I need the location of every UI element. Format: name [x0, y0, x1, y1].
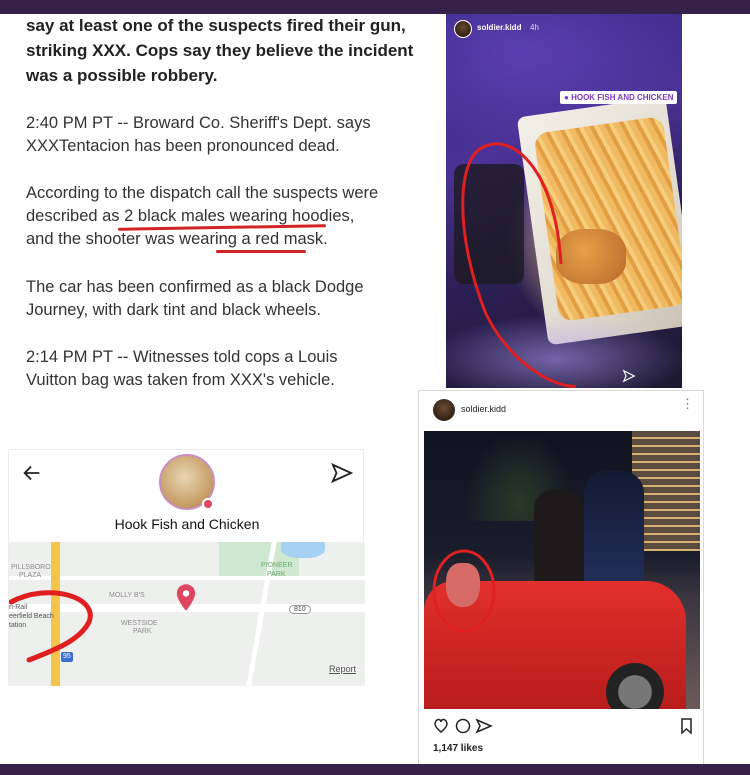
place-title: Hook Fish and Chicken	[114, 516, 260, 532]
map-view[interactable]: PILLSBORO PLAZA Pioneer Park MOLLY B'S W…	[9, 542, 365, 686]
place-badge-icon	[202, 498, 214, 510]
post-username[interactable]: soldier.kidd	[461, 404, 506, 414]
bookmark-icon[interactable]	[681, 718, 692, 735]
location-pin-icon[interactable]	[175, 584, 197, 612]
comment-icon[interactable]	[455, 718, 471, 734]
location-sticker[interactable]: ● HOOK FISH AND CHICKEN	[560, 91, 678, 104]
route-shield: 810	[289, 605, 311, 614]
article-line: described as 2 black males wearing hoodi…	[26, 207, 355, 225]
interstate-shield: 95	[61, 652, 73, 662]
article-line: striking XXX. Cops say they believe the …	[26, 41, 414, 60]
light-glow	[446, 314, 682, 388]
article-line: Journey, with dark tint and black wheels…	[26, 301, 322, 319]
map-label: WESTSIDE	[121, 620, 158, 627]
send-icon[interactable]	[622, 369, 636, 383]
map-label: PILLSBORO	[11, 564, 51, 571]
post-photo[interactable]	[424, 431, 700, 709]
top-frame-band	[0, 0, 750, 14]
instagram-post: soldier.kidd ⋮ 1,147 likes	[418, 390, 704, 766]
article-line: XXXTentacion has been pronounced dead.	[26, 137, 340, 155]
article-line: Vuitton bag was taken from XXX's vehicle…	[26, 371, 335, 389]
location-sticker-label: HOOK FISH AND CHICKEN	[571, 93, 674, 102]
article-line: say at least one of the suspects fired t…	[26, 16, 406, 35]
story-username[interactable]: soldier.kidd	[477, 23, 521, 32]
story-timestamp: 4h	[530, 23, 539, 32]
story-avatar[interactable]	[454, 20, 472, 38]
article-line: and the shooter was wearing a red mask.	[26, 230, 328, 248]
article-line: 2:14 PM PT -- Witnesses told cops a Loui…	[26, 348, 338, 366]
article-line: 2:40 PM PT -- Broward Co. Sheriff's Dept…	[26, 114, 371, 132]
likes-count[interactable]: 1,147 likes	[433, 743, 483, 754]
article-line: was a possible robbery.	[26, 66, 218, 85]
article-line: According to the dispatch call the suspe…	[26, 184, 379, 202]
map-label: Pioneer	[261, 562, 293, 569]
map-label: Park	[267, 571, 286, 578]
water-area	[281, 542, 325, 558]
map-label: MOLLY B'S	[109, 592, 145, 599]
map-label: eerfield Beach	[9, 613, 54, 620]
send-icon[interactable]	[331, 462, 353, 484]
instagram-story[interactable]: soldier.kidd 4h ● HOOK FISH AND CHICKEN	[446, 14, 682, 388]
more-options-icon[interactable]: ⋮	[681, 397, 694, 410]
back-arrow-icon[interactable]	[21, 462, 43, 484]
map-label: ri-Rail	[9, 604, 28, 611]
post-actions	[433, 717, 703, 735]
map-label: PLAZA	[19, 572, 42, 579]
car-dashboard	[454, 164, 524, 284]
fries	[533, 115, 682, 323]
fried-chicken	[556, 229, 626, 284]
red-mask	[446, 563, 480, 607]
share-icon[interactable]	[475, 718, 493, 734]
like-heart-icon[interactable]	[434, 718, 448, 733]
map-label: PARK	[133, 628, 152, 635]
article-line: The car has been confirmed as a black Do…	[26, 278, 364, 296]
road	[9, 576, 365, 580]
report-link[interactable]: Report	[329, 664, 356, 674]
red-underline-annotation	[216, 250, 306, 253]
bottom-frame-band	[0, 764, 750, 775]
map-label: tation	[9, 622, 27, 629]
post-avatar[interactable]	[433, 399, 455, 421]
place-map-card: Hook Fish and Chicken PILLSBORO PLAZA Pi…	[8, 449, 365, 686]
